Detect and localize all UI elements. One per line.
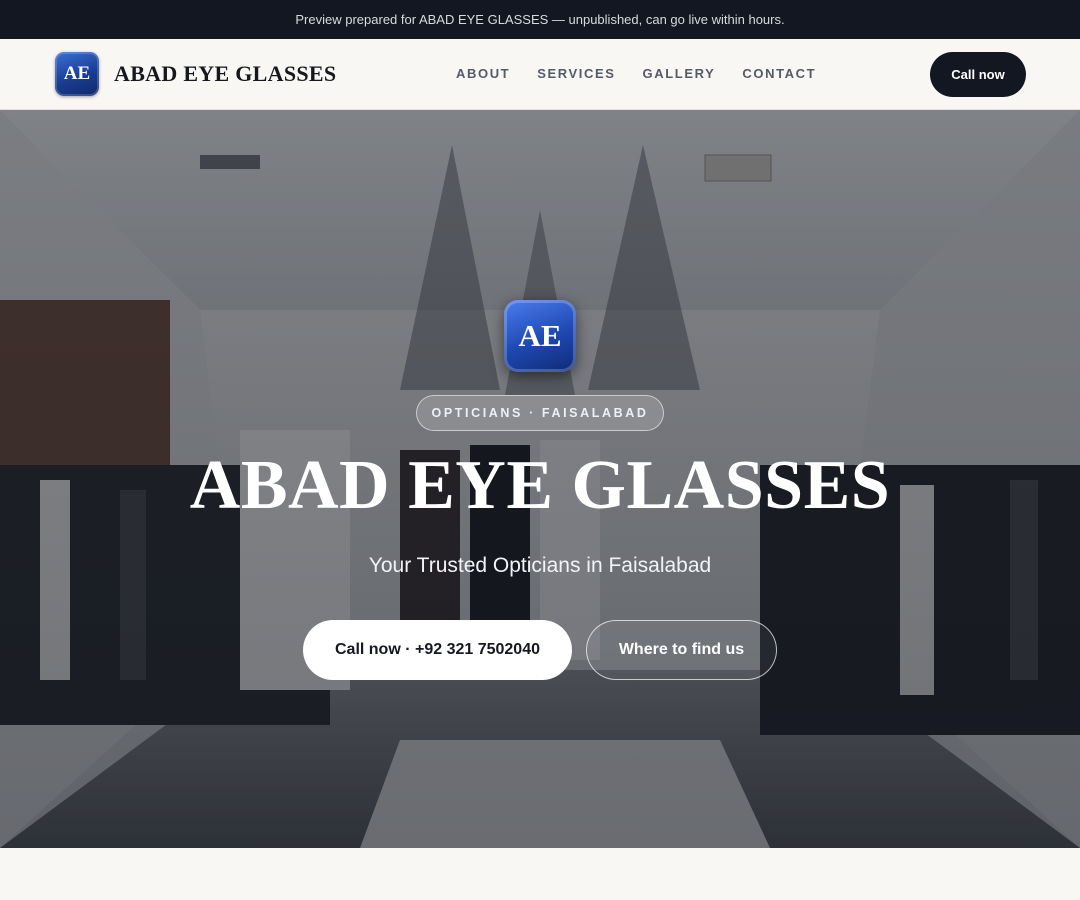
nav-link-contact[interactable]: CONTACT	[742, 66, 816, 81]
nav-link-gallery[interactable]: GALLERY	[643, 66, 716, 81]
brand-logo-initials: AE	[63, 63, 91, 84]
nav-link-about[interactable]: ABOUT	[456, 66, 510, 81]
nav-link-services[interactable]: SERVICES	[537, 66, 615, 81]
call-now-button[interactable]: Call now	[930, 52, 1026, 97]
hero-logo-initials: AE	[518, 318, 562, 353]
hero-tagline-pill: OPTICIANS · FAISALABAD	[416, 395, 664, 431]
find-us-button[interactable]: Where to find us	[586, 620, 777, 680]
top-navigation: AE ABAD EYE GLASSES ABOUT SERVICES GALLE…	[0, 39, 1080, 110]
call-phone-button[interactable]: Call now · +92 321 7502040	[303, 620, 572, 680]
hero-section: AE OPTICIANS · FAISALABAD ABAD EYE GLASS…	[0, 110, 1080, 848]
preview-banner: Preview prepared for ABAD EYE GLASSES — …	[0, 0, 1080, 39]
hero-title: ABAD EYE GLASSES	[189, 447, 891, 524]
brand-logo[interactable]: AE	[55, 52, 99, 96]
brand[interactable]: AE ABAD EYE GLASSES	[55, 52, 336, 96]
nav-links: ABOUT SERVICES GALLERY CONTACT	[456, 66, 843, 81]
hero-logo: AE	[504, 300, 576, 372]
preview-banner-text: Preview prepared for ABAD EYE GLASSES — …	[295, 12, 785, 27]
brand-name[interactable]: ABAD EYE GLASSES	[114, 61, 336, 87]
hero-subtitle: Your Trusted Opticians in Faisalabad	[368, 554, 712, 577]
